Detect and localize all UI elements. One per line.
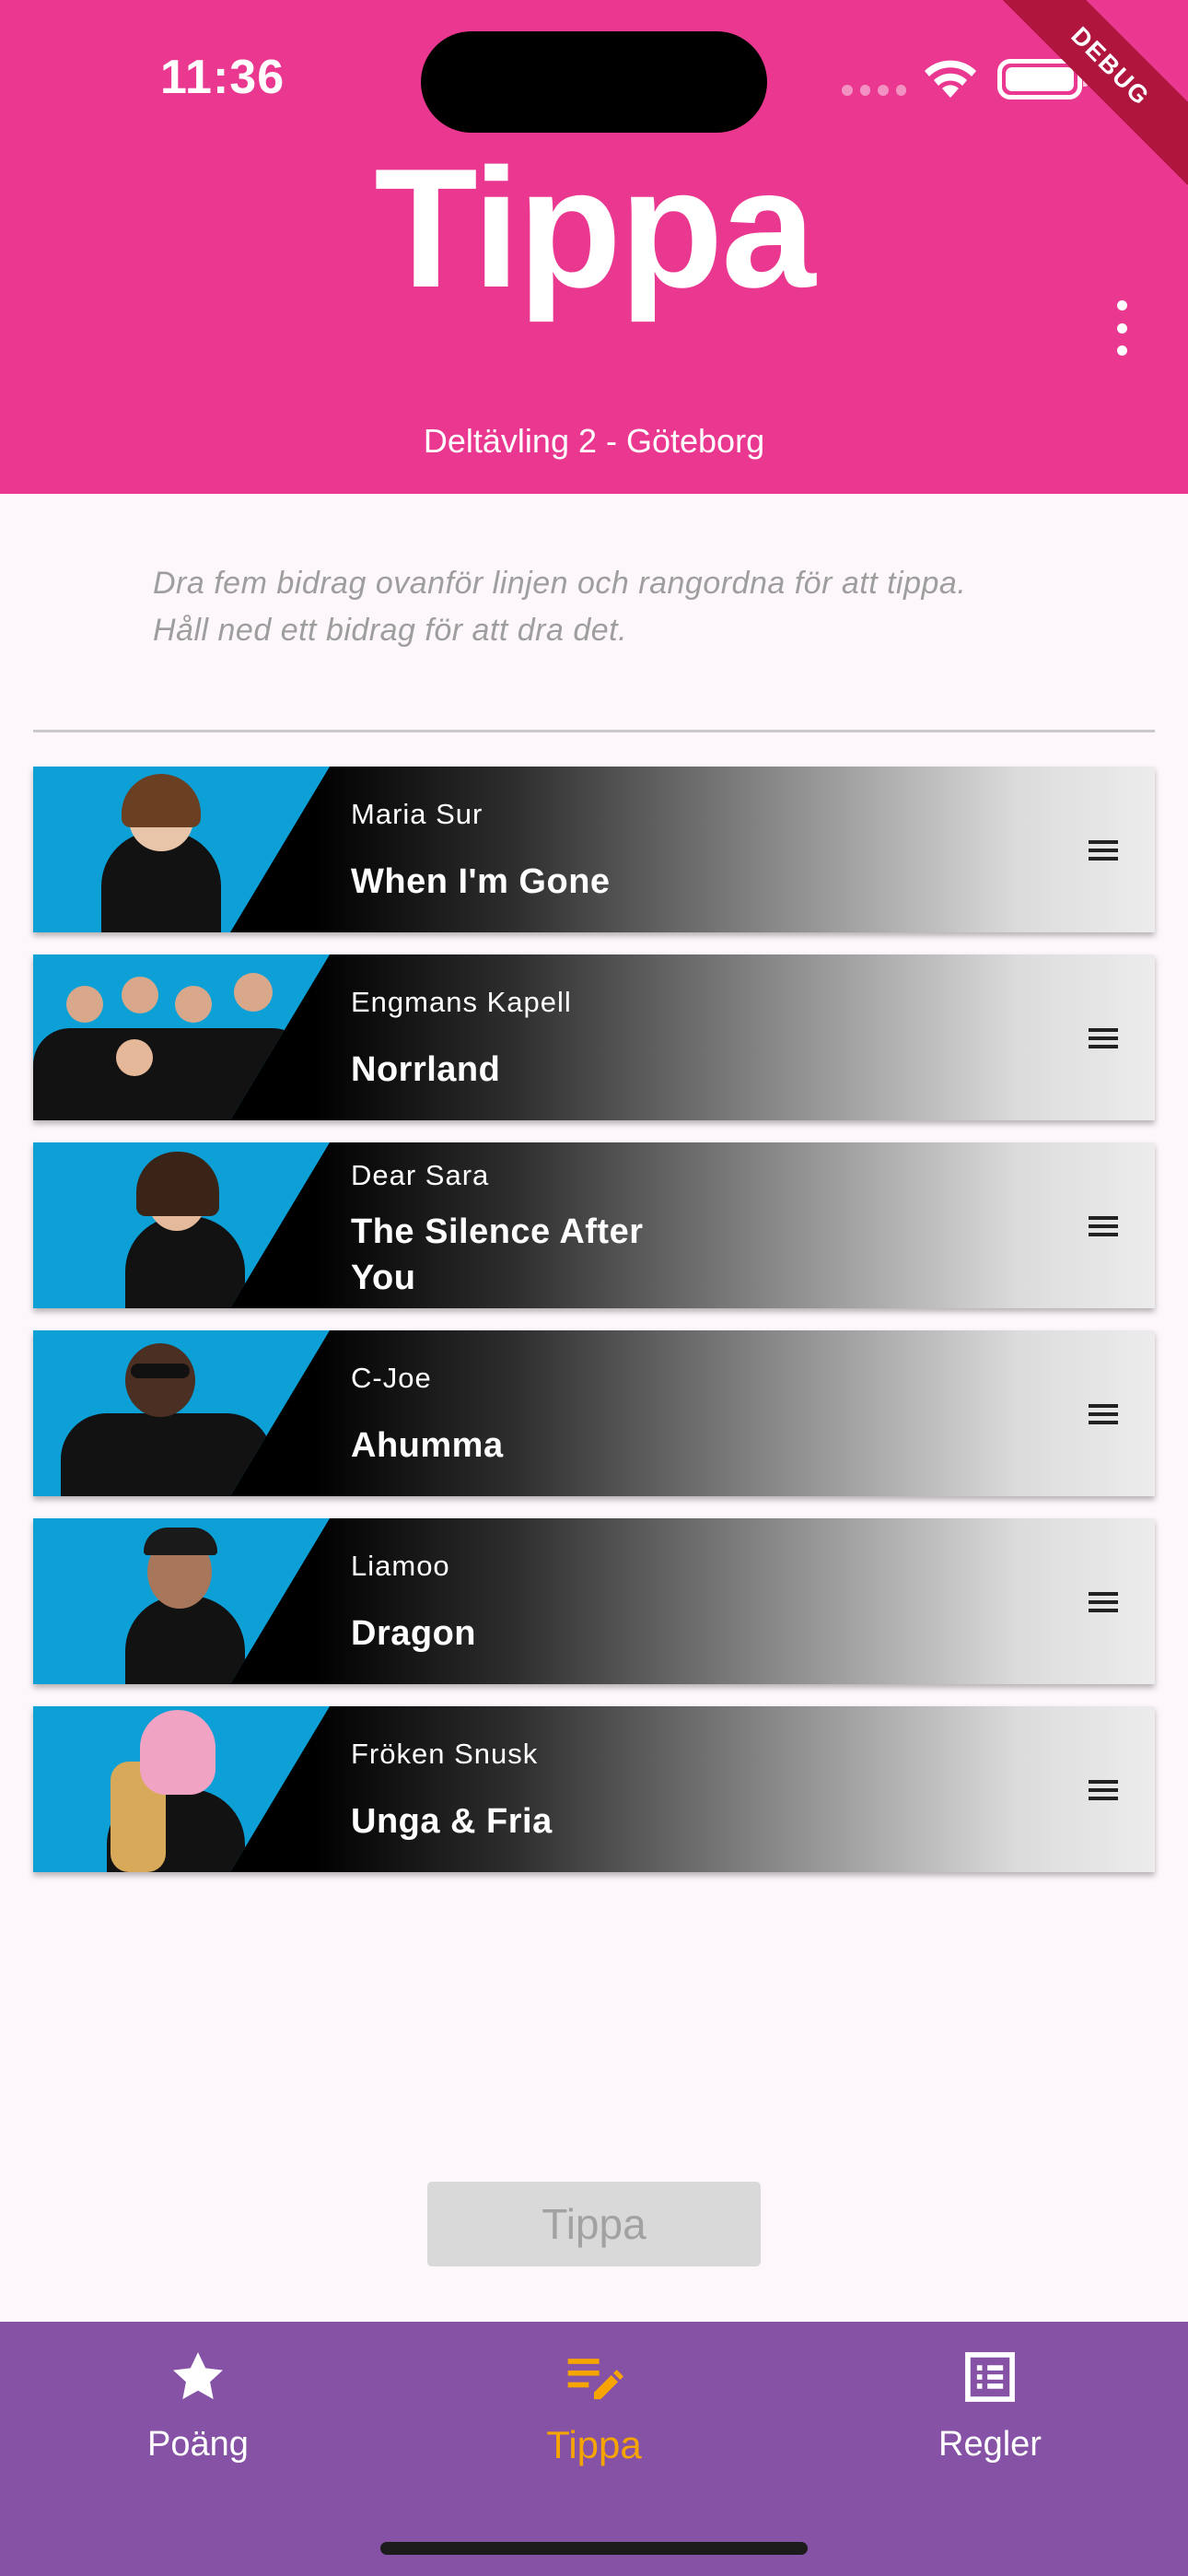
artist-photo	[33, 1706, 330, 1872]
entry-artist: Fröken Snusk	[351, 1738, 539, 1770]
star-icon	[173, 2352, 223, 2400]
artist-photo	[33, 954, 330, 1120]
edit-list-icon	[567, 2359, 624, 2400]
entry-artist: C-Joe	[351, 1362, 432, 1394]
entry-artist: Dear Sara	[351, 1159, 490, 1191]
entry-song: Ahumma	[351, 1426, 504, 1465]
entry-artist: Liamoo	[351, 1550, 450, 1582]
wifi-icon	[925, 60, 976, 98]
drag-handle-icon[interactable]	[1089, 1216, 1118, 1236]
instructions-line-1: Dra fem bidrag ovanför linjen och rangor…	[153, 566, 967, 601]
entry-card[interactable]: Fröken Snusk Unga & Fria	[33, 1706, 1155, 1872]
more-options-icon[interactable]	[1105, 300, 1138, 356]
nav-item-poang[interactable]: Poäng	[60, 2322, 336, 2506]
nav-label: Regler	[938, 2425, 1042, 2464]
entry-card[interactable]: Dear Sara The Silence After You	[33, 1142, 1155, 1308]
cellular-signal-icon	[842, 85, 906, 98]
entry-song: When I'm Gone	[351, 862, 611, 901]
drag-handle-icon[interactable]	[1089, 840, 1118, 861]
entry-card[interactable]: Maria Sur When I'm Gone	[33, 767, 1155, 932]
nav-item-regler[interactable]: Regler	[852, 2322, 1128, 2506]
artist-photo	[33, 767, 330, 932]
instructions-line-2: Håll ned ett bidrag för att dra det.	[153, 613, 628, 648]
page-subtitle: Deltävling 2 - Göteborg	[423, 422, 765, 460]
page-title: Tippa	[374, 133, 815, 322]
entry-card[interactable]: C-Joe Ahumma	[33, 1330, 1155, 1496]
bottom-navigation: Poäng Tippa Regler	[0, 2322, 1188, 2576]
nav-label: Tippa	[546, 2423, 642, 2466]
ranking-divider	[33, 730, 1155, 732]
entry-song: The Silence After You	[351, 1212, 644, 1297]
entry-song: Dragon	[351, 1614, 476, 1653]
artist-photo	[33, 1518, 330, 1684]
dynamic-island	[421, 31, 767, 133]
nav-label: Poäng	[147, 2425, 249, 2464]
home-indicator[interactable]	[380, 2542, 808, 2555]
drag-handle-icon[interactable]	[1089, 1404, 1118, 1424]
artist-photo	[33, 1142, 330, 1308]
nav-item-tippa[interactable]: Tippa	[456, 2322, 732, 2506]
entry-artist: Engmans Kapell	[351, 986, 572, 1018]
artist-photo	[33, 1330, 330, 1496]
list-alt-icon	[965, 2352, 1015, 2402]
entry-artist: Maria Sur	[351, 798, 483, 830]
entry-card[interactable]: Liamoo Dragon	[33, 1518, 1155, 1684]
drag-handle-icon[interactable]	[1089, 1028, 1118, 1048]
app-header: 11:36 DEBUG Tippa Deltävling 2 - Götebor…	[0, 0, 1188, 494]
entry-song: Unga & Fria	[351, 1802, 553, 1841]
entry-song: Norrland	[351, 1050, 501, 1089]
instructions-text: Dra fem bidrag ovanför linjen och rangor…	[153, 560, 1074, 654]
drag-handle-icon[interactable]	[1089, 1780, 1118, 1800]
entry-card[interactable]: Engmans Kapell Norrland	[33, 954, 1155, 1120]
submit-tip-button[interactable]: Tippa	[427, 2182, 761, 2266]
drag-handle-icon[interactable]	[1089, 1592, 1118, 1612]
status-time: 11:36	[160, 51, 285, 104]
